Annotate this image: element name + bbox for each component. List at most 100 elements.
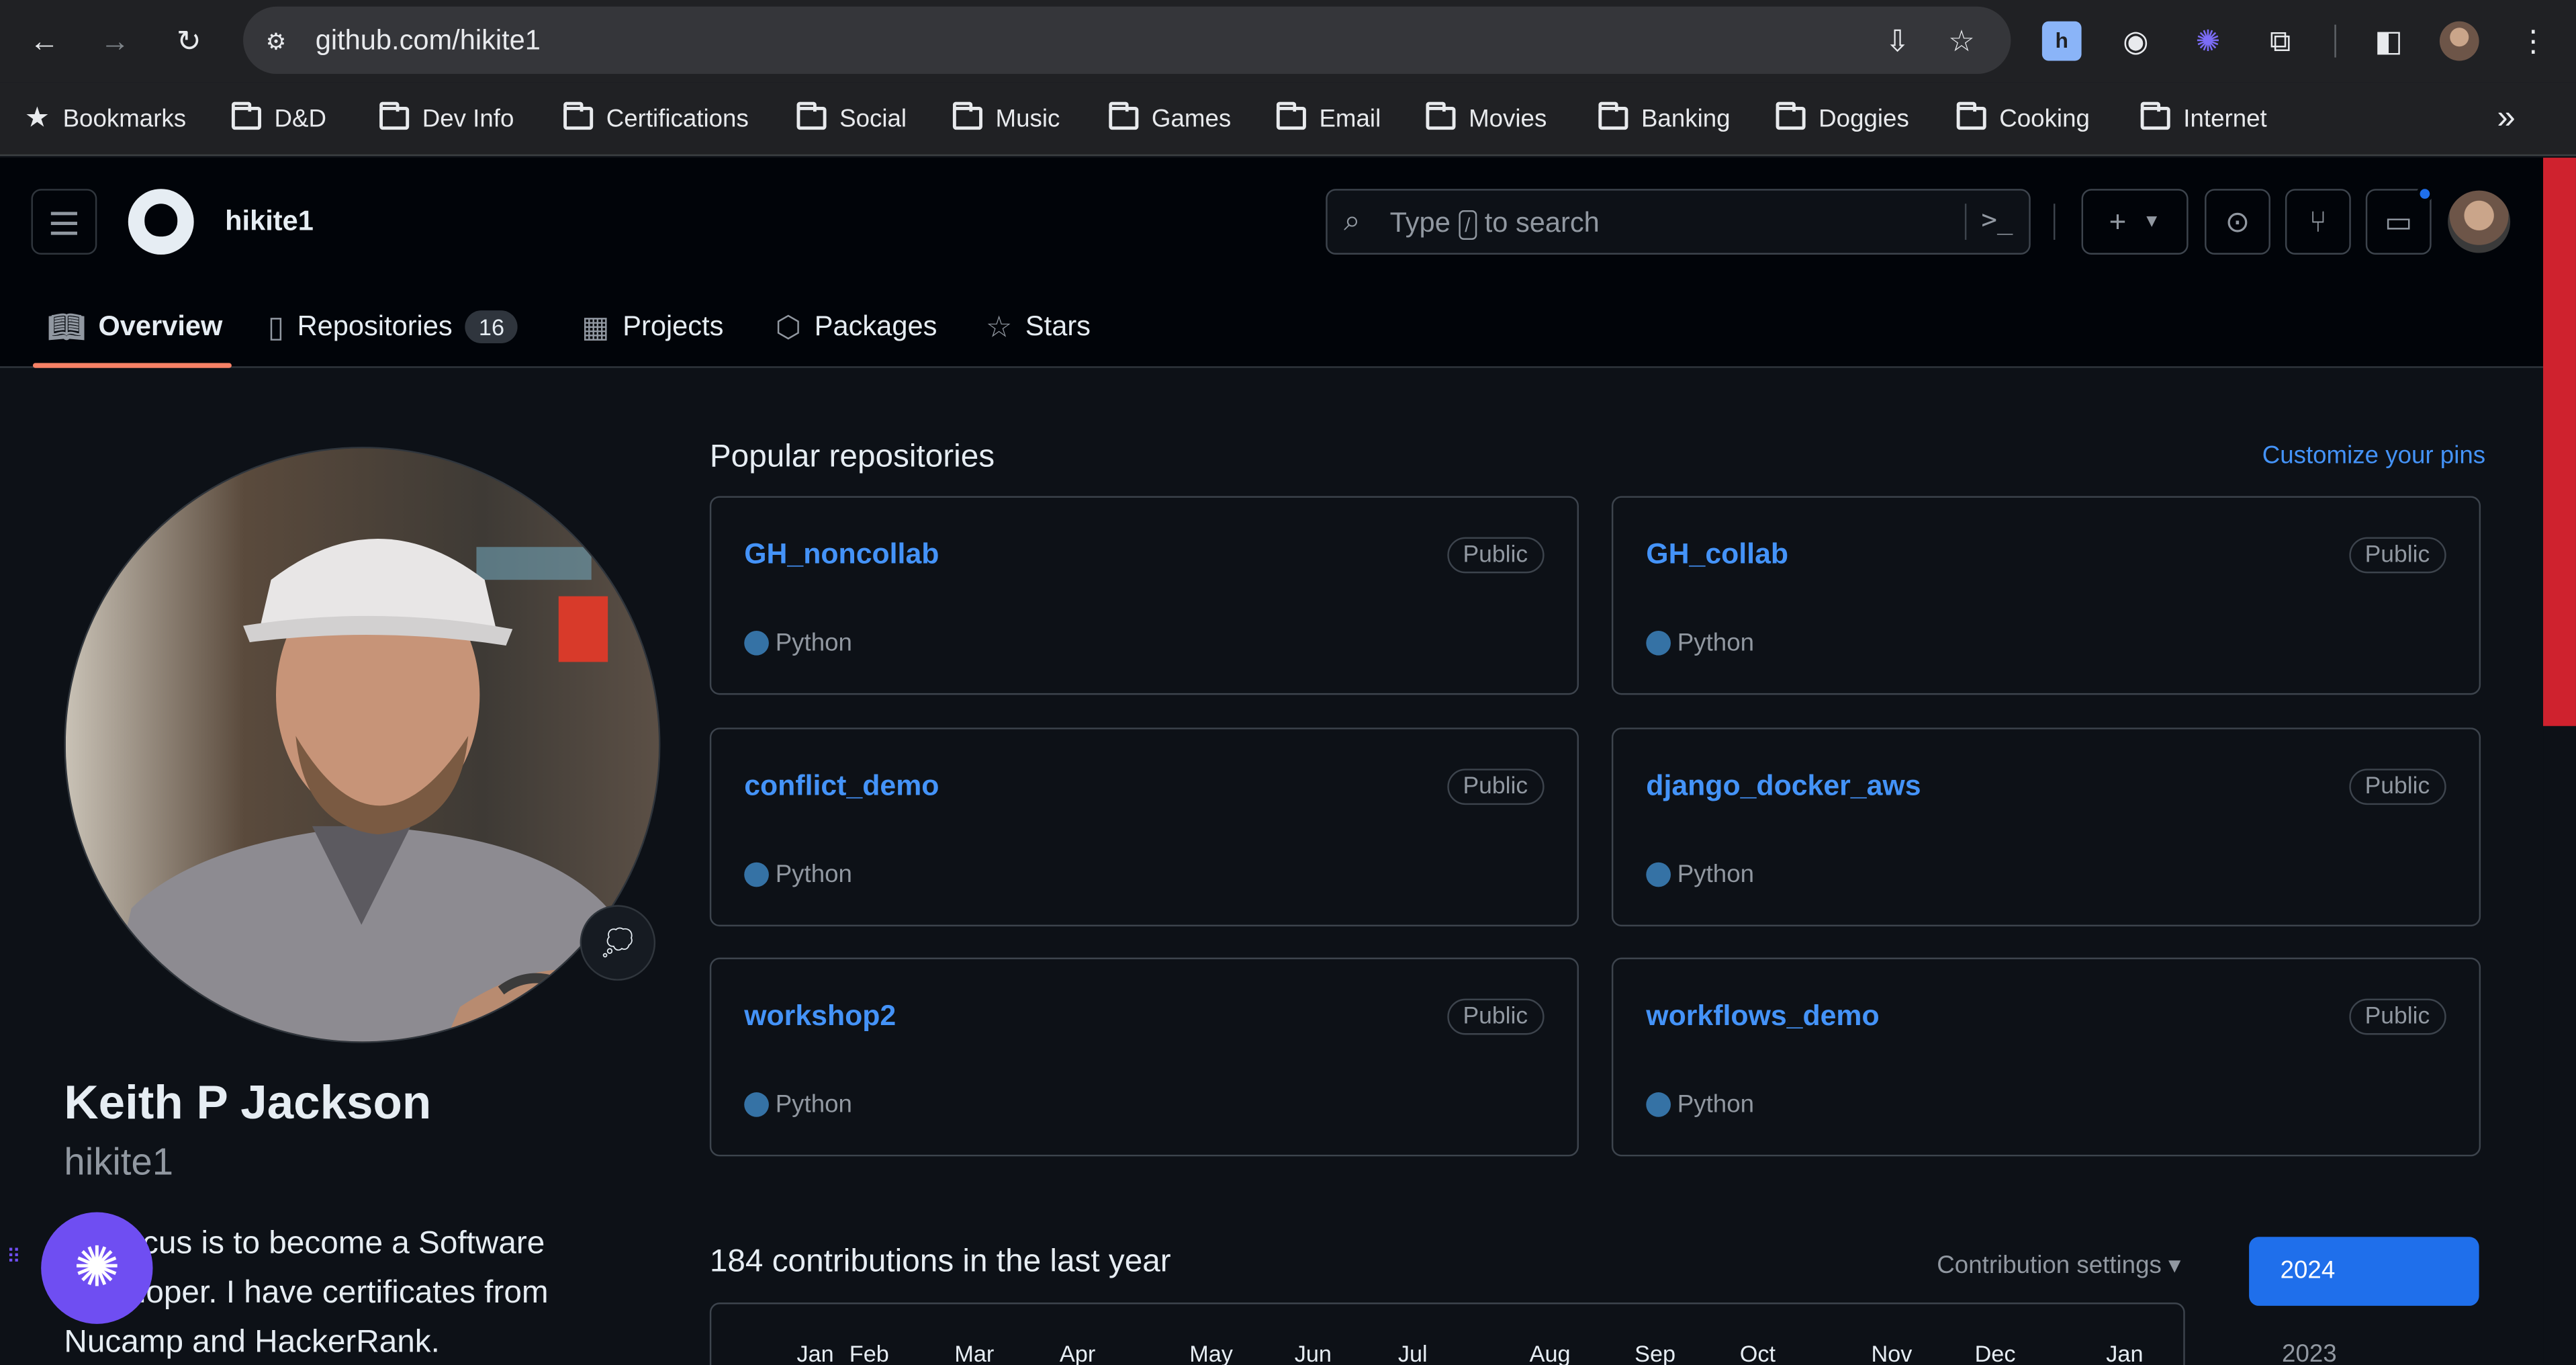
scrollbar-thumb[interactable] (2543, 157, 2576, 726)
profile-login: hikite1 (64, 1139, 174, 1183)
month-label: Dec (1974, 1340, 2016, 1365)
bookmark-star-icon[interactable]: ☆ (1943, 23, 1980, 59)
bookmark-folder[interactable]: Certifications (563, 100, 749, 136)
tab-repositories[interactable]: ▯ Repositories 16 (268, 289, 518, 364)
extension-h-icon[interactable]: h (2041, 21, 2082, 61)
language-color-dot (744, 1092, 769, 1117)
profile-avatar[interactable] (64, 447, 661, 1043)
repo-name-link[interactable]: GH_collab (1646, 537, 1788, 572)
sparkle-icon: ✺ (73, 1237, 121, 1300)
year-2023-button[interactable]: 2023 (2282, 1340, 2337, 1365)
plus-icon: + (2109, 204, 2127, 238)
folder-icon (379, 101, 410, 130)
month-label: Sep (1635, 1340, 1676, 1365)
visibility-badge: Public (1446, 537, 1545, 574)
bookmark-folder[interactable]: Music (952, 100, 1060, 136)
folder-icon (952, 101, 982, 130)
bookmark-folder[interactable]: Social (796, 100, 907, 136)
extensions-puzzle-icon[interactable]: ⧉ (2260, 21, 2300, 61)
repo-name-link[interactable]: django_docker_aws (1646, 768, 1921, 803)
camera-extension-icon[interactable]: ◉ (2116, 21, 2156, 61)
bookmark-folder[interactable]: Email (1276, 100, 1381, 136)
visibility-badge: Public (1446, 998, 1545, 1035)
bookmark-folder[interactable]: Dev Info (379, 100, 514, 136)
tab-projects[interactable]: ▦ Projects (582, 289, 723, 364)
repo-language: Python (744, 629, 852, 657)
toolbar-divider (2334, 24, 2336, 58)
bookmark-folder[interactable]: Games (1109, 100, 1231, 136)
github-logo-icon[interactable] (128, 189, 194, 255)
book-icon: 📖︎ (47, 309, 85, 343)
profile-photo (65, 448, 659, 1042)
create-new-button[interactable]: + ▼ (2081, 189, 2189, 255)
contribution-calendar: Jan Feb Mar Apr May Jun Jul Aug Sep Oct … (709, 1303, 2185, 1365)
repo-name-link[interactable]: GH_noncollab (744, 537, 939, 572)
url-text[interactable]: github.com/hikite1 (316, 25, 541, 58)
triangle-down-icon: ▼ (2142, 212, 2161, 232)
browser-toolbar: ← → ↻ ⚙ github.com/hikite1 ⇩ ☆ h ◉ ✺ ⧉ ◧… (0, 0, 2576, 83)
hamburger-menu-icon[interactable] (31, 189, 97, 255)
forward-arrow-icon[interactable]: → (93, 19, 136, 62)
folder-icon (1276, 101, 1306, 130)
month-label: Mar (954, 1340, 995, 1365)
repo-card: django_docker_aws Public Python (1611, 728, 2481, 927)
search-icon: ⌕ (1344, 204, 1361, 237)
bookmark-folder[interactable]: Internet (2140, 100, 2267, 136)
folder-icon (2140, 101, 2170, 130)
repo-language: Python (744, 1091, 852, 1118)
folder-icon (1109, 101, 1139, 130)
pull-requests-icon[interactable]: ⑂ (2285, 189, 2351, 255)
folder-icon (796, 101, 827, 130)
assistant-floating-button[interactable]: ✺ (41, 1212, 153, 1324)
browser-menu-icon[interactable]: ⋮ (2514, 21, 2553, 61)
year-2024-button[interactable]: 2024 (2249, 1237, 2479, 1306)
folder-icon (231, 101, 261, 130)
month-label: Apr (1059, 1340, 1096, 1365)
repo-language: Python (1646, 629, 1754, 657)
repo-name-link[interactable]: workshop2 (744, 999, 896, 1033)
search-placeholder: Type / to search (1390, 207, 1600, 240)
active-tab-indicator (32, 363, 232, 368)
command-palette-icon[interactable]: >_ (1981, 204, 2013, 234)
bookmark-folder[interactable]: Movies (1426, 100, 1547, 136)
address-bar[interactable]: ⚙ github.com/hikite1 ⇩ ☆ (243, 6, 2011, 75)
bookmark-folder[interactable]: Doggies (1776, 100, 1909, 136)
assistant-extension-icon[interactable]: ✺ (2189, 21, 2228, 61)
folder-icon (1598, 101, 1628, 130)
site-settings-icon[interactable]: ⚙ (260, 25, 293, 58)
install-app-icon[interactable]: ⇩ (1880, 23, 1916, 59)
bookmark-folder[interactable]: Banking (1598, 100, 1731, 136)
bookmarks-bar: ★ Bookmarks D&D Dev Info Certifications S… (0, 82, 2576, 157)
bookmarks-star-item[interactable]: ★ Bookmarks (25, 100, 186, 136)
month-label: Oct (1739, 1340, 1776, 1365)
bookmark-folder[interactable]: D&D (231, 100, 326, 136)
repo-name-link[interactable]: workflows_demo (1646, 999, 1879, 1033)
contribution-settings-dropdown[interactable]: Contribution settings ▾ (1937, 1250, 2180, 1280)
month-label: Aug (1529, 1340, 1571, 1365)
repo-name-link[interactable]: conflict_demo (744, 768, 939, 803)
tab-overview[interactable]: 📖︎ Overview (48, 289, 222, 364)
browser-profile-avatar[interactable] (2439, 21, 2479, 61)
month-label: Jan (796, 1340, 834, 1365)
folder-icon (1426, 101, 1456, 130)
reload-icon[interactable]: ↻ (168, 19, 211, 62)
header-username[interactable]: hikite1 (225, 206, 314, 238)
language-color-dot (1646, 1092, 1671, 1117)
language-color-dot (1646, 862, 1671, 887)
repo-card: GH_collab Public Python (1611, 496, 2481, 695)
bookmark-folder[interactable]: Cooking (1956, 100, 2090, 136)
search-input[interactable]: ⌕ Type / to search >_ (1326, 189, 2031, 255)
visibility-badge: Public (1446, 768, 1545, 805)
user-avatar[interactable] (2448, 190, 2511, 253)
customize-pins-link[interactable]: Customize your pins (2262, 442, 2485, 470)
side-panel-icon[interactable]: ◧ (2369, 21, 2409, 61)
tab-stars[interactable]: ☆ Stars (986, 289, 1091, 364)
tab-packages[interactable]: ⬡ Packages (776, 289, 937, 364)
issues-icon[interactable]: ⊙ (2205, 189, 2270, 255)
repo-card: workshop2 Public Python (709, 957, 1579, 1157)
back-arrow-icon[interactable]: ← (23, 19, 66, 62)
more-bookmarks-chevron-icon[interactable]: » (2497, 99, 2516, 136)
drag-handle-icon[interactable]: ⠿ (7, 1247, 30, 1284)
month-label: Nov (1871, 1340, 1913, 1365)
set-status-icon[interactable]: 💭︎ (580, 905, 656, 981)
